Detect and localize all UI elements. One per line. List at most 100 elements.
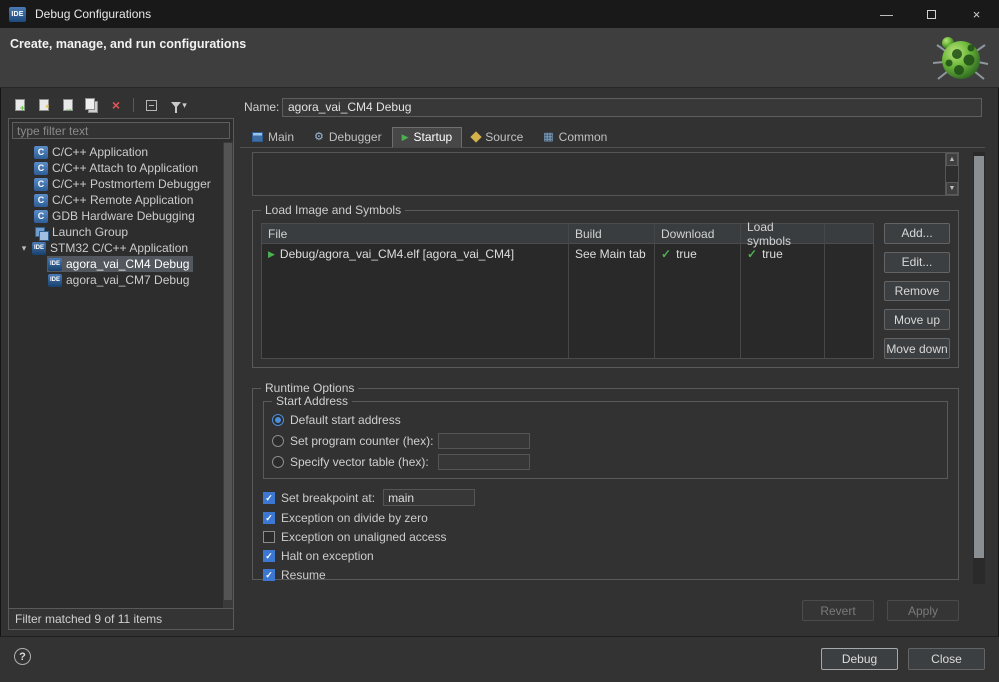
load-table[interactable]: File ▶ Debug/agora_vai_CM4.elf [agora_va… — [261, 223, 874, 359]
minimize-icon: — — [880, 7, 893, 22]
name-label: Name: — [240, 100, 282, 114]
halt-on-exception-checkbox[interactable]: ✓ — [263, 550, 275, 562]
add-button[interactable]: Add... — [884, 223, 950, 244]
tree-item-gdb-hardware[interactable]: CGDB Hardware Debugging — [9, 208, 233, 224]
tab-common[interactable]: ▦ Common — [533, 127, 617, 148]
tree-item-cpp-postmortem[interactable]: CC/C++ Postmortem Debugger — [9, 176, 233, 192]
dialog-footer: ? Debug Close — [0, 636, 999, 682]
maximize-icon — [927, 10, 936, 19]
debug-button[interactable]: Debug — [821, 648, 898, 670]
tab-main[interactable]: Main — [242, 127, 304, 148]
content-scrollbar-thumb[interactable] — [974, 156, 984, 558]
export-configuration-button[interactable]: → — [59, 96, 77, 114]
duplicate-configuration-button[interactable] — [83, 96, 101, 114]
main-tab-icon — [252, 132, 263, 142]
tree-item-cpp-attach[interactable]: CC/C++ Attach to Application — [9, 160, 233, 176]
page-title: Create, manage, and run configurations — [10, 37, 246, 51]
tree-item-cpp-remote[interactable]: CC/C++ Remote Application — [9, 192, 233, 208]
debugger-tab-icon: ⚙ — [314, 132, 324, 143]
resume-checkbox[interactable]: ✓ — [263, 569, 275, 581]
exception-unaligned-checkbox[interactable]: ✓ — [263, 531, 275, 543]
close-icon: × — [973, 7, 981, 22]
column-header-blank — [825, 224, 873, 244]
content-scrollbar[interactable] — [973, 152, 985, 584]
export-icon: → — [63, 99, 73, 111]
default-start-address-radio[interactable] — [272, 414, 284, 426]
startup-tab-icon: ▶ — [402, 132, 409, 142]
init-commands-area[interactable]: ▲ ▼ — [252, 152, 959, 196]
tree-item-agora-vai-cm7-debug[interactable]: IDEagora_vai_CM7 Debug — [9, 272, 233, 288]
edit-button[interactable]: Edit... — [884, 252, 950, 273]
tree-item-cpp-application[interactable]: CC/C++ Application — [9, 144, 233, 160]
name-input[interactable] — [282, 98, 982, 117]
tree-item-agora-vai-cm4-debug[interactable]: IDEagora_vai_CM4 Debug — [9, 256, 233, 272]
tab-startup[interactable]: ▶ Startup — [392, 127, 463, 148]
new-configuration-button[interactable]: + — [11, 96, 29, 114]
set-program-counter-radio[interactable] — [272, 435, 284, 447]
start-address-group: Start Address Default start address Set … — [263, 401, 948, 479]
tree-scrollbar[interactable] — [223, 142, 233, 608]
c-app-icon: C — [34, 162, 48, 175]
checkbox-label: Exception on unaligned access — [281, 530, 446, 544]
run-icon: ▶ — [268, 249, 275, 260]
c-app-icon: C — [34, 178, 48, 191]
tree-item-launch-group[interactable]: Launch Group — [9, 224, 233, 240]
tree-item-stm32-application[interactable]: ▾ IDESTM32 C/C++ Application — [9, 240, 233, 256]
apply-button[interactable]: Apply — [887, 600, 959, 621]
collapse-all-button[interactable] — [142, 96, 160, 114]
ide-config-icon: IDE — [48, 274, 62, 287]
check-icon: ✓ — [747, 247, 757, 261]
program-counter-input[interactable] — [438, 433, 530, 449]
startup-tab-content: ▲ ▼ Load Image and Symbols File ▶ Debug/… — [240, 150, 985, 584]
c-app-icon: C — [34, 146, 48, 159]
revert-button[interactable]: Revert — [802, 600, 874, 621]
help-button[interactable]: ? — [14, 648, 31, 665]
filter-input[interactable] — [12, 122, 230, 139]
new-prototype-button[interactable]: * — [35, 96, 53, 114]
vector-table-input[interactable] — [438, 454, 530, 470]
table-row-blank-cell — [825, 244, 873, 264]
move-down-button[interactable]: Move down — [884, 338, 950, 359]
column-header-file[interactable]: File — [262, 224, 568, 244]
remove-button[interactable]: Remove — [884, 281, 950, 302]
table-row-build-cell[interactable]: See Main tab — [569, 244, 654, 264]
scroll-up-button[interactable]: ▲ — [946, 153, 958, 166]
duplicate-icon — [83, 96, 101, 114]
tree-scrollbar-thumb[interactable] — [224, 143, 232, 600]
breakpoint-input[interactable] — [383, 489, 475, 506]
specify-vector-table-radio[interactable] — [272, 456, 284, 468]
checkbox-label: Halt on exception — [281, 549, 374, 563]
maximize-button[interactable] — [909, 0, 954, 28]
launch-group-icon — [34, 226, 48, 239]
runtime-options-title: Runtime Options — [261, 381, 358, 395]
filter-configurations-button[interactable]: ▾ — [166, 96, 192, 114]
column-header-download[interactable]: Download — [655, 224, 740, 244]
delete-configuration-button[interactable]: × — [107, 96, 125, 114]
table-row-file-cell[interactable]: ▶ Debug/agora_vai_CM4.elf [agora_vai_CM4… — [262, 244, 568, 264]
tab-source[interactable]: Source — [462, 127, 533, 148]
table-row-download-cell[interactable]: ✓ true — [655, 244, 740, 264]
tab-debugger[interactable]: ⚙ Debugger — [304, 127, 392, 148]
filter-status: Filter matched 9 of 11 items — [9, 608, 233, 629]
close-window-button[interactable]: × — [954, 0, 999, 28]
scroll-down-button[interactable]: ▼ — [946, 182, 958, 195]
move-up-button[interactable]: Move up — [884, 309, 950, 330]
column-header-load-symbols[interactable]: Load symbols — [741, 224, 824, 244]
set-breakpoint-checkbox[interactable]: ✓ — [263, 492, 275, 504]
check-icon: ✓ — [661, 247, 671, 261]
start-address-title: Start Address — [272, 394, 352, 408]
exception-divide-zero-checkbox[interactable]: ✓ — [263, 512, 275, 524]
table-row-load-symbols-cell[interactable]: ✓ true — [741, 244, 824, 264]
ide-config-icon: IDE — [48, 258, 62, 271]
chevron-down-icon[interactable]: ▾ — [17, 243, 31, 254]
checkbox-label: Set breakpoint at: — [281, 491, 375, 505]
radio-label: Set program counter (hex): — [290, 434, 438, 448]
help-icon: ? — [19, 651, 26, 663]
column-header-build[interactable]: Build — [569, 224, 654, 244]
new-configuration-icon: + — [15, 99, 25, 111]
ide-config-icon: IDE — [32, 242, 46, 255]
close-button[interactable]: Close — [908, 648, 985, 670]
window-title: Debug Configurations — [35, 7, 151, 21]
init-commands-scrollbar[interactable]: ▲ ▼ — [945, 153, 958, 195]
minimize-button[interactable]: — — [864, 0, 909, 28]
